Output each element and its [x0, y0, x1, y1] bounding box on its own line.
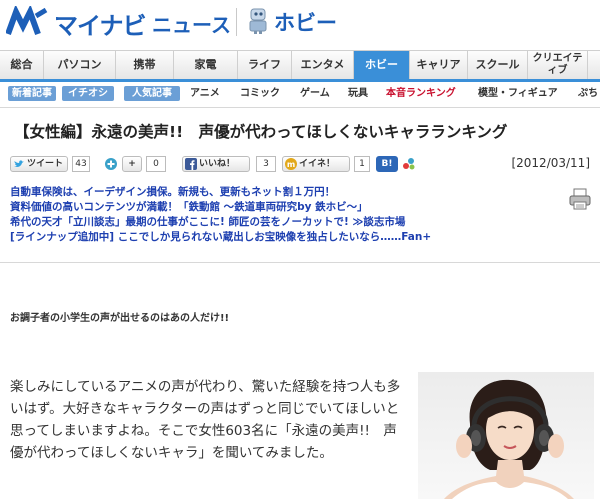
social-bar: ツイート 43 + 0 いいね！ 3 m イイネ！ 1 B! [2012/03/… [10, 156, 590, 172]
facebook-icon [185, 158, 197, 170]
plus-one-button[interactable]: + [122, 156, 142, 172]
svg-text:m: m [287, 160, 295, 169]
tag-pickup[interactable]: イチオシ [62, 86, 114, 101]
subnav-link-models[interactable]: 模型・フィギュア [478, 86, 558, 101]
iine-label: イイネ！ [299, 159, 336, 169]
like-count: 3 [256, 156, 276, 172]
header-divider [236, 8, 237, 36]
nav-item-pc[interactable]: パソコン [44, 51, 116, 79]
nav-item-creative[interactable]: クリエイティブ [528, 51, 588, 79]
channel-title[interactable]: ホビー [274, 7, 337, 37]
nav-scroll-stub [588, 51, 600, 79]
nav-item-career[interactable]: キャリア [410, 51, 468, 79]
ad-link[interactable]: 自動車保険は、イーデザイン損保。新規も、更新もネット割１万円！ [10, 185, 530, 200]
ad-link[interactable]: [ラインナップ追加中] ここでしか見られない蔵出しお宝映像を独占したいなら……F… [10, 230, 530, 245]
iine-icon: m [285, 158, 297, 170]
nav-item-mobile[interactable]: 携帯 [116, 51, 174, 79]
tweet-label: ツイート [27, 159, 64, 169]
tag-popular[interactable]: 人気記事 [124, 86, 180, 101]
subnav-link-toys[interactable]: 玩具 [348, 86, 368, 101]
tweet-button[interactable]: ツイート [10, 156, 68, 172]
mynavi-logo-icon[interactable] [6, 6, 50, 38]
plus-count: 0 [146, 156, 166, 172]
nav-item-appliances[interactable]: 家電 [174, 51, 238, 79]
subnav-link-game[interactable]: ゲーム [300, 86, 330, 101]
twitter-bird-icon [14, 160, 24, 167]
article-title: 【女性編】永遠の美声!! 声優が代わってほしくないキャラランキング [14, 123, 508, 141]
subnav-link-comic[interactable]: コミック [240, 86, 280, 101]
site-header: マイナビ ニュース ホビー [0, 0, 600, 48]
article-body: 楽しみにしているアニメの声が代わり、驚いた経験を持つ人も多いはず。大好きなキャラ… [10, 379, 401, 461]
ad-link[interactable]: 希代の天才「立川談志」最期の仕事がここに! 師匠の芸をノーカットで! ≫談志市場 [10, 215, 530, 230]
brand-logo[interactable]: マイナビ [54, 6, 147, 41]
divider [0, 107, 600, 108]
nav-item-life[interactable]: ライフ [238, 51, 292, 79]
iine-button[interactable]: m イイネ！ [282, 156, 350, 172]
article-photo[interactable] [418, 372, 594, 499]
subnav-link-puchi[interactable]: ぷち [578, 86, 598, 101]
tag-new[interactable]: 新着記事 [8, 86, 56, 101]
article-date: [2012/03/11] [511, 156, 590, 170]
news-label[interactable]: ニュース [152, 9, 231, 38]
ad-links: 自動車保険は、イーデザイン損保。新規も、更新もネット割１万円！ 資料価値の高いコ… [10, 185, 530, 245]
tweet-count: 43 [72, 156, 90, 172]
nav-item-school[interactable]: スクール [468, 51, 528, 79]
divider [0, 262, 600, 263]
subnav-link-ranking[interactable]: 本音ランキング [386, 86, 456, 101]
nav-item-hobby[interactable]: ホビー [354, 51, 410, 79]
plus-icon[interactable] [104, 157, 118, 171]
nav-item-sogo[interactable]: 総合 [0, 51, 44, 79]
ad-link[interactable]: 資料価値の高いコンテンツが満載！「鉄動館 ～鉄道車両研究by 鉄ホビ～」 [10, 200, 530, 215]
iine-count: 1 [354, 156, 370, 172]
article-lead: お調子者の小学生の声が出せるのはあの人だけ!! [10, 313, 230, 324]
print-icon[interactable] [568, 187, 592, 211]
hobby-robot-icon [249, 8, 267, 34]
hatena-icon[interactable]: B! [376, 156, 398, 172]
nav-item-entertainment[interactable]: エンタメ [292, 51, 354, 79]
sub-nav: 新着記事 イチオシ 人気記事 アニメ コミック ゲーム 玩具 本音ランキング 模… [0, 84, 600, 104]
main-nav: 総合 パソコン 携帯 家電 ライフ エンタメ ホビー キャリア スクール クリエ… [0, 50, 600, 82]
subnav-link-anime[interactable]: アニメ [190, 86, 220, 101]
like-label: いいね！ [199, 159, 236, 169]
share-icon[interactable] [402, 157, 416, 171]
like-button[interactable]: いいね！ [182, 156, 250, 172]
